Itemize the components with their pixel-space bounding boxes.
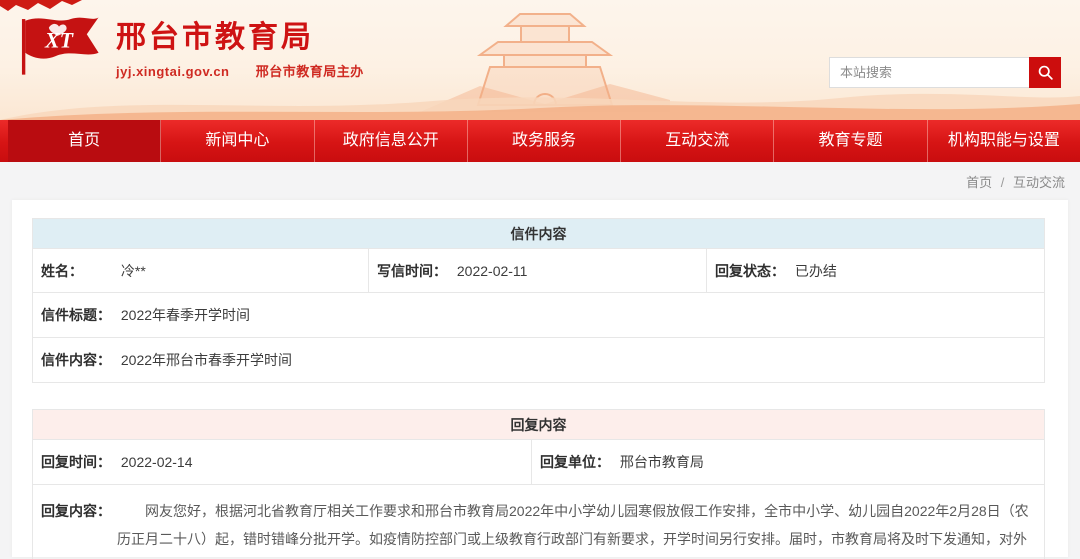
site-title: 邢台市教育局 [116,12,364,56]
nav-item-services[interactable]: 政务服务 [468,120,621,162]
letter-content-label: 信件内容： [41,350,117,370]
site-url: jyj.xingtai.gov.cn [116,64,230,79]
reply-status-label: 回复状态： [715,261,791,281]
write-time-value: 2022-02-11 [457,263,528,279]
write-time-label: 写信时间： [377,261,453,281]
reply-content-label: 回复内容： [41,497,117,525]
letter-table-header: 信件内容 [33,219,1045,249]
breadcrumb: 首页 / 互动交流 [966,172,1065,191]
breadcrumb-strip: 首页 / 互动交流 [0,162,1080,200]
table-row: 信件标题： 2022年春季开学时间 [33,293,1045,338]
breadcrumb-current-link[interactable]: 互动交流 [1013,175,1065,190]
subject-value: 2022年春季开学时间 [121,307,250,323]
xt-flag-logo-icon: XT [16,14,102,78]
reply-table: 回复内容 回复时间： 2022-02-14 回复单位： 邢台市教育局 回复内容：… [32,409,1045,559]
reply-status-value: 已办结 [795,263,837,279]
table-row: 回复时间： 2022-02-14 回复单位： 邢台市教育局 [33,440,1045,485]
nav-item-org[interactable]: 机构职能与设置 [928,120,1080,162]
table-row: 回复内容： 网友您好，根据河北省教育厅相关工作要求和邢台市教育局2022年中小学… [33,485,1045,559]
papercut-mountain-decor-icon [0,0,90,12]
search-button[interactable] [1029,57,1061,88]
nav-item-news[interactable]: 新闻中心 [161,120,314,162]
nav-item-edu-topics[interactable]: 教育专题 [774,120,927,162]
letter-content-value: 2022年邢台市春季开学时间 [121,352,292,368]
table-row: 姓名： 冷** 写信时间： 2022-02-11 回复状态： 已办结 [33,249,1045,293]
reply-time-label: 回复时间： [41,452,117,472]
content-panel: 信件内容 姓名： 冷** 写信时间： 2022-02-11 回复状态： 已办结 … [12,200,1068,557]
site-host-note: 邢台市教育局主办 [256,64,364,79]
letter-table: 信件内容 姓名： 冷** 写信时间： 2022-02-11 回复状态： 已办结 … [32,218,1045,383]
subject-label: 信件标题： [41,305,117,325]
reply-table-header: 回复内容 [33,410,1045,440]
name-label: 姓名： [41,261,117,281]
breadcrumb-home-link[interactable]: 首页 [966,175,992,190]
magnifier-icon [1037,64,1054,81]
site-banner: XT 邢台市教育局 jyj.xingtai.gov.cn 邢台市教育局主办 [0,0,1080,120]
table-row: 信件内容： 2022年邢台市春季开学时间 [33,338,1045,383]
site-subtitle: jyj.xingtai.gov.cn 邢台市教育局主办 [116,61,364,80]
reply-unit-label: 回复单位： [540,452,616,472]
site-logo-block: XT 邢台市教育局 jyj.xingtai.gov.cn 邢台市教育局主办 [16,12,364,80]
search-input[interactable] [829,57,1029,88]
reply-unit-value: 邢台市教育局 [620,454,704,470]
breadcrumb-separator: / [1001,175,1005,190]
name-value: 冷** [121,263,146,279]
nav-item-interaction[interactable]: 互动交流 [621,120,774,162]
nav-item-home[interactable]: 首页 [8,120,161,162]
main-nav: 首页 新闻中心 政府信息公开 政务服务 互动交流 教育专题 机构职能与设置 [0,120,1080,162]
site-search [829,57,1061,88]
nav-item-gov-info[interactable]: 政府信息公开 [315,120,468,162]
reply-time-value: 2022-02-14 [121,454,193,470]
reply-content-value: 网友您好，根据河北省教育厅相关工作要求和邢台市教育局2022年中小学幼儿园寒假放… [117,497,1030,559]
